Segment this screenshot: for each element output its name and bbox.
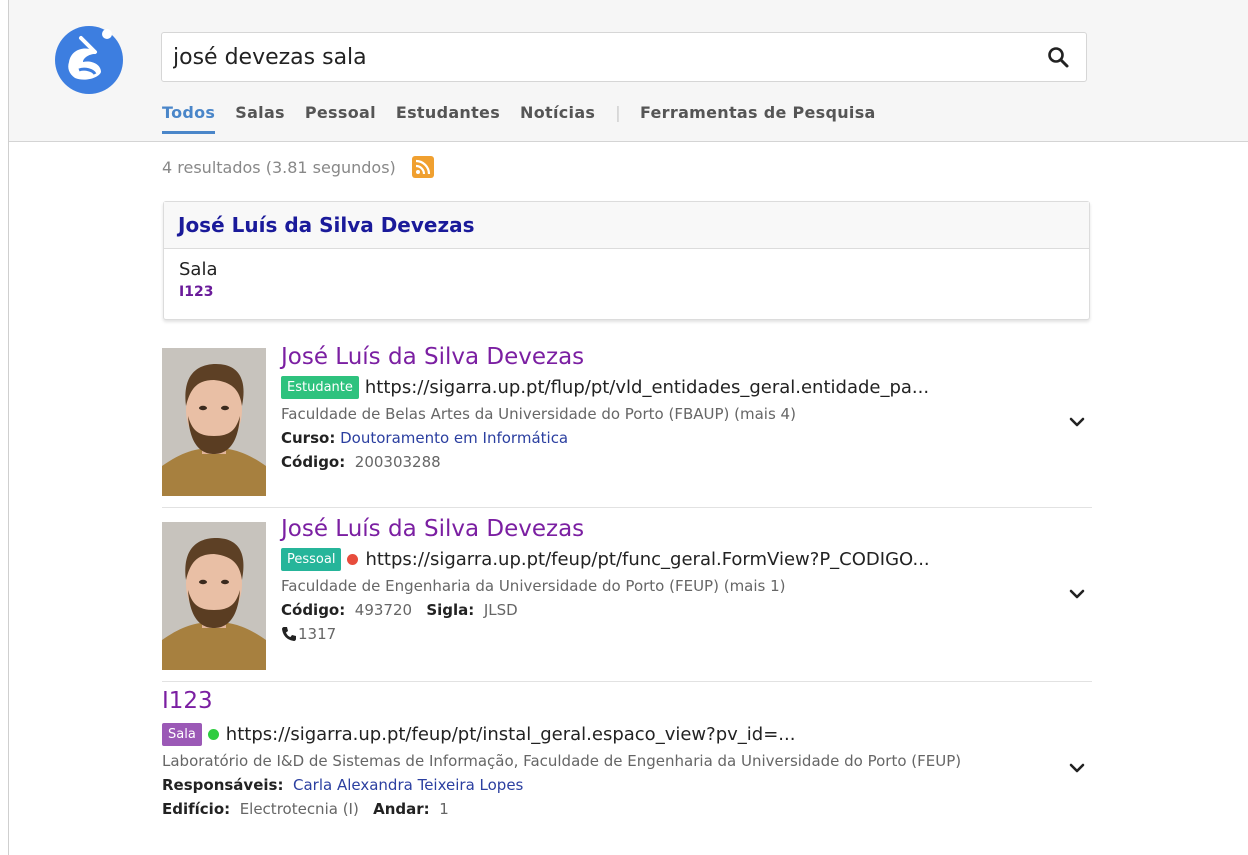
code-label: Código: bbox=[281, 601, 346, 619]
sigla-value: JLSD bbox=[483, 601, 518, 619]
type-badge: Pessoal bbox=[281, 548, 342, 571]
result-description: Faculdade de Engenharia da Universidade … bbox=[281, 577, 786, 595]
tab-search-tools[interactable]: Ferramentas de Pesquisa bbox=[640, 103, 876, 134]
magnifier-icon[interactable] bbox=[1046, 45, 1070, 69]
search-bar bbox=[161, 32, 1087, 82]
floor-label: Andar: bbox=[373, 800, 430, 818]
building-line: Edifício: Electrotecnia (I) Andar: 1 bbox=[162, 799, 1012, 819]
code-line: Código: 493720 Sigla: JLSD bbox=[281, 600, 1021, 620]
phone-line: 1317 bbox=[281, 624, 1021, 644]
status-dot-icon bbox=[347, 554, 359, 565]
result-title[interactable]: José Luís da Silva Devezas bbox=[281, 344, 1021, 370]
code-line: Código: 200303288 bbox=[281, 452, 1021, 472]
chevron-down-icon[interactable] bbox=[1067, 758, 1087, 778]
results-count-text: 4 resultados (3.81 segundos) bbox=[162, 157, 396, 177]
result-item: José Luís da Silva Devezas Estudante htt… bbox=[162, 344, 1092, 508]
result-title[interactable]: José Luís da Silva Devezas bbox=[281, 516, 1021, 542]
tab-noticias[interactable]: Notícias bbox=[520, 103, 595, 134]
quick-answer-card: José Luís da Silva Devezas Sala I123 bbox=[163, 201, 1090, 320]
building-label: Edifício: bbox=[162, 800, 231, 818]
result-url[interactable]: https://sigarra.up.pt/feup/pt/func_geral… bbox=[365, 549, 929, 570]
result-title[interactable]: I123 bbox=[162, 688, 1012, 714]
result-item: José Luís da Silva Devezas Pessoal https… bbox=[162, 516, 1092, 682]
type-badge: Sala bbox=[162, 723, 202, 746]
search-input[interactable] bbox=[162, 33, 1022, 81]
chevron-down-icon[interactable] bbox=[1067, 412, 1087, 432]
search-tabs: Todos Salas Pessoal Estudantes Notícias … bbox=[162, 103, 896, 141]
search-logo-icon[interactable] bbox=[55, 24, 125, 94]
phone-icon bbox=[282, 627, 296, 641]
responsible-label: Responsáveis: bbox=[162, 776, 284, 794]
result-url[interactable]: https://sigarra.up.pt/flup/pt/vld_entida… bbox=[365, 377, 929, 398]
person-photo bbox=[162, 522, 266, 670]
result-description: Laboratório de I&D de Sistemas de Inform… bbox=[162, 752, 962, 770]
card-label: Sala bbox=[179, 259, 218, 280]
search-header: Todos Salas Pessoal Estudantes Notícias … bbox=[9, 0, 1248, 142]
floor-value: 1 bbox=[439, 800, 449, 818]
chevron-down-icon[interactable] bbox=[1067, 584, 1087, 604]
person-photo bbox=[162, 348, 266, 496]
responsible-line: Responsáveis: Carla Alexandra Teixeira L… bbox=[162, 775, 1012, 795]
tab-divider: | bbox=[615, 103, 621, 122]
result-item: I123 Sala https://sigarra.up.pt/feup/pt/… bbox=[162, 688, 1092, 855]
card-title[interactable]: José Luís da Silva Devezas bbox=[164, 202, 1089, 249]
card-room-code[interactable]: I123 bbox=[179, 284, 1074, 300]
tab-pessoal[interactable]: Pessoal bbox=[305, 103, 376, 134]
phone-value[interactable]: 1317 bbox=[298, 624, 336, 644]
results-stats: 4 resultados (3.81 segundos) bbox=[162, 156, 434, 178]
course-label: Curso: bbox=[281, 429, 336, 447]
rss-icon[interactable] bbox=[411, 156, 434, 178]
code-value: 493720 bbox=[354, 601, 413, 619]
status-dot-icon bbox=[207, 729, 219, 740]
tab-todos[interactable]: Todos bbox=[162, 103, 216, 134]
tab-salas[interactable]: Salas bbox=[235, 103, 285, 134]
course-link[interactable]: Doutoramento em Informática bbox=[340, 429, 568, 447]
code-value: 200303288 bbox=[354, 453, 441, 471]
responsible-link[interactable]: Carla Alexandra Teixeira Lopes bbox=[293, 776, 523, 794]
course-line: Curso: Doutoramento em Informática bbox=[281, 428, 1021, 448]
result-description: Faculdade de Belas Artes da Universidade… bbox=[281, 405, 796, 423]
building-value: Electrotecnia (I) bbox=[239, 800, 359, 818]
result-url[interactable]: https://sigarra.up.pt/feup/pt/instal_ger… bbox=[226, 724, 796, 745]
sigla-label: Sigla: bbox=[426, 601, 475, 619]
type-badge: Estudante bbox=[281, 376, 359, 399]
code-label: Código: bbox=[281, 453, 346, 471]
tab-estudantes[interactable]: Estudantes bbox=[396, 103, 500, 134]
